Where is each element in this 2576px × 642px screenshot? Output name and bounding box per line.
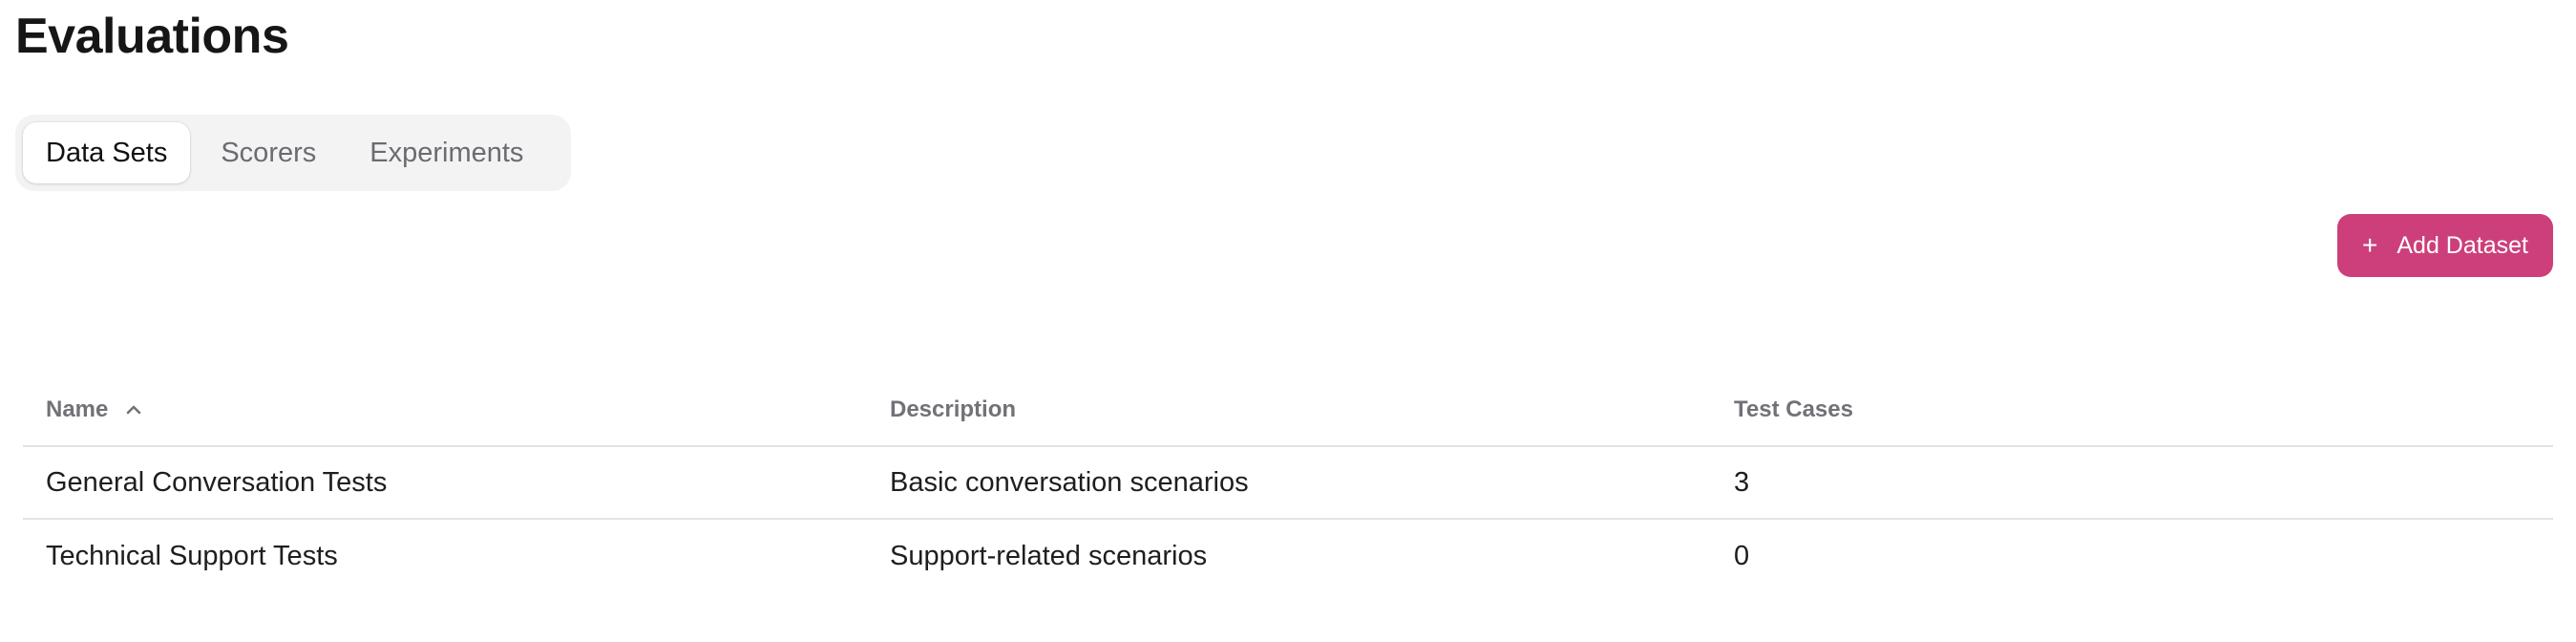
tab-data-sets[interactable]: Data Sets: [23, 122, 191, 183]
row-description: Basic conversation scenarios: [890, 466, 1249, 498]
add-dataset-button[interactable]: + Add Dataset: [2337, 214, 2553, 277]
row-description: Support-related scenarios: [890, 540, 1208, 571]
row-name: General Conversation Tests: [46, 466, 388, 498]
row-name: Technical Support Tests: [46, 540, 338, 571]
column-header-name-label: Name: [46, 396, 109, 422]
chevron-up-icon: [125, 404, 142, 416]
row-test-cases: 3: [1734, 466, 1750, 498]
column-header-test-cases: Test Cases: [1734, 396, 1853, 422]
tab-scorers[interactable]: Scorers: [198, 122, 339, 183]
table-header-row: Name Description Test Cases: [23, 374, 2553, 447]
tab-list: Data Sets Scorers Experiments: [15, 115, 571, 191]
tab-experiments[interactable]: Experiments: [347, 122, 546, 183]
column-header-description: Description: [890, 396, 1017, 422]
datasets-table: Name Description Test Cases General Conv…: [23, 374, 2553, 592]
page-title: Evaluations: [15, 9, 289, 64]
add-dataset-label: Add Dataset: [2397, 231, 2528, 259]
plus-icon: +: [2362, 230, 2378, 260]
table-row[interactable]: General Conversation Tests Basic convers…: [23, 447, 2553, 520]
row-test-cases: 0: [1734, 540, 1750, 571]
column-header-name[interactable]: Name: [23, 396, 867, 423]
table-row[interactable]: Technical Support Tests Support-related …: [23, 520, 2553, 592]
